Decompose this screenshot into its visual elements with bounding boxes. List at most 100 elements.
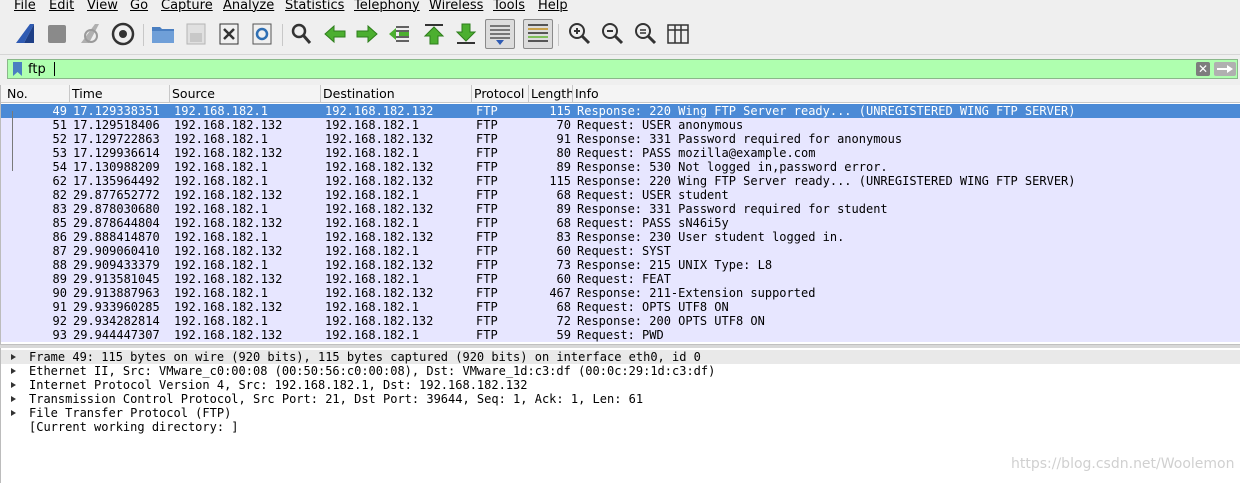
cell-src: 192.168.182.132 (174, 216, 283, 230)
zoom-in-icon (569, 23, 591, 45)
normal-size-icon (635, 23, 657, 45)
table-row[interactable]: 85 29.878644804 192.168.182.132 192.168.182… (1, 216, 1240, 230)
menu-help[interactable]: Help (538, 0, 568, 14)
table-row[interactable]: 49 17.129338351 192.168.182.1 192.168.182.1… (1, 104, 1240, 118)
menu-file[interactable]: File (14, 0, 36, 14)
cell-proto: FTP (476, 314, 498, 328)
table-row[interactable]: 62 17.135964492 192.168.182.1 192.168.182.1… (1, 174, 1240, 188)
cell-no: 91 (52, 300, 67, 314)
menu-capture[interactable]: Capture (161, 0, 213, 14)
zoom-out-button[interactable] (598, 20, 626, 48)
open-file-button[interactable] (149, 20, 177, 48)
go-back-button[interactable] (321, 20, 349, 48)
table-row[interactable]: 92 29.934282814 192.168.182.1 192.168.182.1… (1, 314, 1240, 328)
stop-capture-icon (48, 25, 66, 43)
table-row[interactable]: 54 17.130988209 192.168.182.1 192.168.182.1… (1, 160, 1240, 174)
display-filter-field[interactable]: ✕ (7, 59, 1238, 79)
table-row[interactable]: 82 29.877652772 192.168.182.132 192.168.182… (1, 188, 1240, 202)
menu-telephony[interactable]: Telephony (354, 0, 420, 14)
detail-tree-item[interactable]: Ethernet II, Src: VMware_c0:00:08 (00:50… (1, 364, 1240, 378)
packet-list-pane[interactable]: No. Time Source Destination Protocol Len… (0, 85, 1240, 344)
cell-info: Response: 530 Not logged in,password err… (577, 160, 888, 174)
find-packet-button[interactable] (287, 20, 315, 48)
table-row[interactable]: 53 17.129936614 192.168.182.132 192.168.182… (1, 146, 1240, 160)
column-header-no[interactable]: No. (5, 85, 70, 103)
zoom-in-button[interactable] (565, 20, 593, 48)
menu-edit[interactable]: Edit (49, 0, 74, 14)
table-row[interactable]: 51 17.129518406 192.168.182.132 192.168.182… (1, 118, 1240, 132)
resize-columns-button[interactable] (664, 20, 692, 48)
cell-len: 80 (556, 146, 571, 160)
expand-arrow-icon[interactable] (11, 382, 16, 388)
table-row[interactable]: 52 17.129722863 192.168.182.1 192.168.182.1… (1, 132, 1240, 146)
expand-arrow-icon[interactable] (11, 396, 16, 402)
detail-tree-item[interactable]: Internet Protocol Version 4, Src: 192.16… (1, 378, 1240, 392)
cell-dst: 192.168.182.1 (325, 272, 419, 286)
save-file-button[interactable] (182, 20, 210, 48)
table-row[interactable]: 86 29.888414870 192.168.182.1 192.168.182.1… (1, 230, 1240, 244)
colorize-button[interactable] (523, 19, 553, 49)
cell-len: 68 (556, 216, 571, 230)
menu-tools[interactable]: Tools (493, 0, 525, 14)
table-row[interactable]: 88 29.909433379 192.168.182.1 192.168.182.1… (1, 258, 1240, 272)
cell-no: 92 (52, 314, 67, 328)
go-first-packet-button[interactable] (420, 20, 448, 48)
cell-no: 52 (52, 132, 67, 146)
menu-statistics[interactable]: Statistics (285, 0, 344, 14)
column-header-length[interactable]: Length (529, 85, 573, 103)
go-last-packet-button[interactable] (452, 20, 480, 48)
cell-src: 192.168.182.132 (174, 244, 283, 258)
menu-analyze[interactable]: Analyze (223, 0, 274, 14)
apply-filter-icon[interactable] (1214, 62, 1236, 76)
cell-time: 29.909433379 (73, 258, 160, 272)
cell-no: 82 (52, 188, 67, 202)
table-row[interactable]: 87 29.909060410 192.168.182.132 192.168.182… (1, 244, 1240, 258)
start-capture-button[interactable] (11, 20, 39, 48)
bookmark-icon[interactable] (12, 62, 23, 76)
go-forward-button[interactable] (353, 20, 381, 48)
main-toolbar (0, 15, 1240, 55)
detail-tree-item[interactable]: File Transfer Protocol (FTP) (1, 406, 1240, 420)
reload-file-button[interactable] (248, 20, 276, 48)
detail-tree-item[interactable]: Transmission Control Protocol, Src Port:… (1, 392, 1240, 406)
column-header-info[interactable]: Info (573, 85, 1240, 103)
table-row[interactable]: 83 29.878030680 192.168.182.1 192.168.182.1… (1, 202, 1240, 216)
detail-tree-item[interactable]: Frame 49: 115 bytes on wire (920 bits), … (1, 350, 1240, 364)
close-file-icon (219, 23, 239, 45)
expand-arrow-icon[interactable] (11, 354, 16, 360)
expand-arrow-icon[interactable] (11, 410, 16, 416)
table-row[interactable]: 93 29.944447307 192.168.182.132 192.168.182… (1, 328, 1240, 342)
auto-scroll-button[interactable] (485, 19, 515, 49)
cell-len: 89 (556, 160, 571, 174)
detail-tree-item[interactable]: [Current working directory: ] (1, 420, 1240, 434)
menu-wireless[interactable]: Wireless (429, 0, 483, 14)
cell-no: 90 (52, 286, 67, 300)
menu-go[interactable]: Go (130, 0, 148, 14)
cell-info: Response: 220 Wing FTP Server ready... (… (577, 174, 1076, 188)
toolbar-separator (282, 24, 283, 46)
expand-arrow-icon[interactable] (11, 368, 16, 374)
restart-capture-button[interactable] (76, 20, 104, 48)
display-filter-input[interactable] (28, 60, 1188, 78)
clear-filter-icon[interactable]: ✕ (1196, 62, 1210, 76)
table-row[interactable]: 91 29.933960285 192.168.182.132 192.168.182… (1, 300, 1240, 314)
close-file-button[interactable] (215, 20, 243, 48)
stop-capture-button[interactable] (43, 20, 71, 48)
column-header-time[interactable]: Time (70, 85, 170, 103)
cell-dst: 192.168.182.1 (325, 216, 419, 230)
capture-options-button[interactable] (109, 20, 137, 48)
normal-size-button[interactable] (631, 20, 659, 48)
column-header-source[interactable]: Source (170, 85, 321, 103)
toolbar-separator (558, 24, 559, 46)
table-row[interactable]: 89 29.913581045 192.168.182.132 192.168.182… (1, 272, 1240, 286)
cell-info: Request: OPTS UTF8 ON (577, 300, 729, 314)
go-forward-icon (356, 24, 378, 44)
column-header-destination[interactable]: Destination (321, 85, 472, 103)
go-to-packet-button[interactable] (386, 20, 414, 48)
column-header-protocol[interactable]: Protocol (472, 85, 529, 103)
menu-view[interactable]: View (87, 0, 118, 14)
cell-dst: 192.168.182.1 (325, 146, 419, 160)
table-row[interactable]: 90 29.913887963 192.168.182.1 192.168.182.1… (1, 286, 1240, 300)
go-first-packet-icon (423, 24, 445, 45)
cell-time: 29.933960285 (73, 300, 160, 314)
